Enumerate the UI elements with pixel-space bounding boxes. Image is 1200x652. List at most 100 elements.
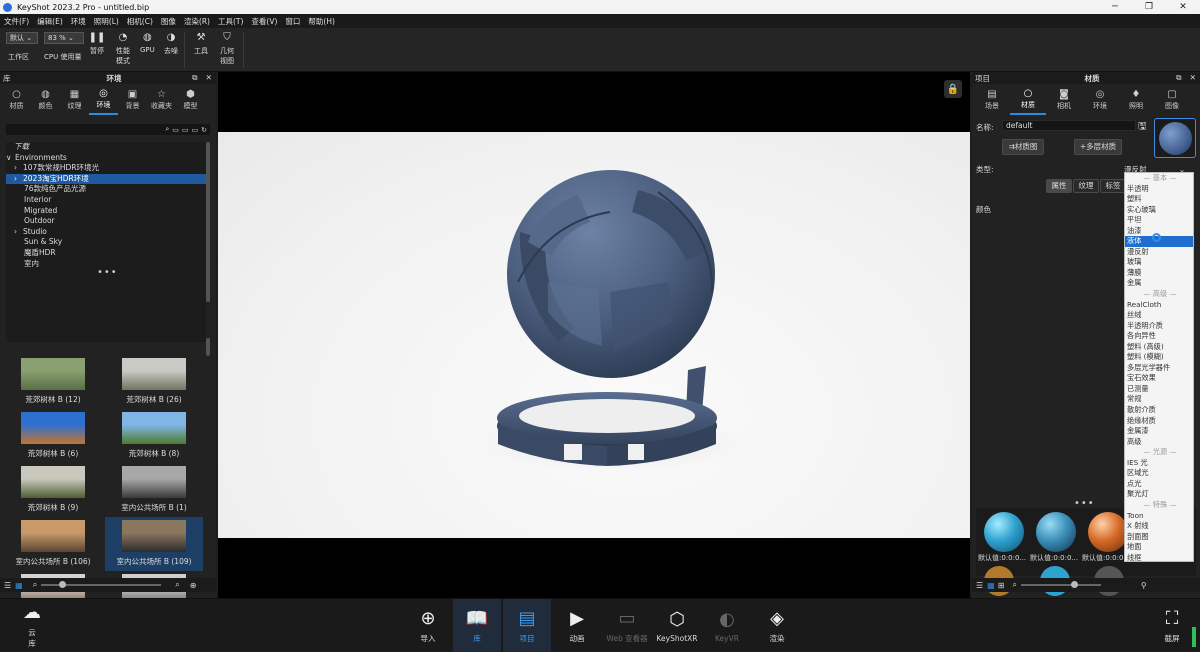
dropdown-option[interactable]: 薄膜	[1125, 268, 1193, 279]
save-material-icon[interactable]: 🖫	[1138, 119, 1147, 136]
tree-view-icon[interactable]: ⊞	[998, 581, 1005, 590]
menu-image[interactable]: 图像	[157, 16, 180, 27]
list-view-icon[interactable]: ☰	[976, 581, 983, 590]
dropdown-option[interactable]: 塑料 (高级)	[1125, 342, 1193, 353]
dropdown-option[interactable]: 绝缘材质	[1125, 416, 1193, 427]
zoom-out-icon[interactable]: ⌕	[1012, 580, 1016, 590]
chevron-icon[interactable]: ›	[14, 163, 23, 174]
menu-edit[interactable]: 编辑(E)	[33, 16, 67, 27]
render-button[interactable]: ◈ 渲染	[753, 599, 801, 652]
list-view-icon[interactable]: ☰	[4, 581, 11, 590]
cloud-library-button[interactable]: ☁ 云库	[8, 599, 56, 652]
gpu-button[interactable]: ◍ GPU	[140, 31, 155, 55]
menu-environment[interactable]: 环境	[67, 16, 90, 27]
tab-material[interactable]: ○ 材质	[1010, 85, 1046, 115]
tab-backgrounds[interactable]: ▣ 背景	[118, 85, 147, 115]
dropdown-option[interactable]: RealCloth	[1125, 300, 1193, 311]
dropdown-option[interactable]: 金属	[1125, 278, 1193, 289]
menu-view[interactable]: 查看(V)	[247, 16, 281, 27]
dropdown-option[interactable]: 宝石效果	[1125, 373, 1193, 384]
tab-models[interactable]: ⬢ 模型	[176, 85, 205, 115]
tree-item[interactable]: Outdoor	[6, 216, 206, 227]
animation-button[interactable]: ▶ 动画	[553, 599, 601, 652]
environment-thumbnail[interactable]: 荒郊树林 B (8)	[105, 409, 203, 463]
menu-tools[interactable]: 工具(T)	[214, 16, 247, 27]
maximize-button[interactable]: ❐	[1132, 2, 1166, 12]
tree-item[interactable]: Migrated	[6, 206, 206, 217]
filter-icon[interactable]: ⚲	[1141, 581, 1147, 590]
lock-icon[interactable]: 🔒	[944, 80, 962, 98]
dropdown-option[interactable]: 塑料	[1125, 194, 1193, 205]
material-swatch[interactable]	[984, 512, 1024, 552]
dropdown-option[interactable]: 平坦	[1125, 215, 1193, 226]
undock-icon[interactable]: ⧉	[192, 73, 197, 83]
material-graph-button[interactable]: ⇉材质图	[1002, 139, 1044, 155]
environment-thumbnail[interactable]: 室内公共场所 B (109)	[105, 517, 203, 571]
refresh-icon[interactable]: ↻	[201, 126, 207, 134]
close-panel-icon[interactable]: ✕	[206, 73, 212, 83]
minimize-button[interactable]: ─	[1098, 2, 1132, 12]
add-folder-icon[interactable]: ▭	[182, 126, 189, 134]
environment-thumbnail[interactable]: 荒郊树林 B (12)	[4, 355, 102, 409]
tab-labels[interactable]: 标签	[1100, 179, 1126, 193]
dropdown-option[interactable]: 常规	[1125, 394, 1193, 405]
tab-properties[interactable]: 属性	[1046, 179, 1072, 193]
dropdown-option[interactable]: 线框	[1125, 553, 1193, 564]
tree-item[interactable]: › 107款常规HDR环境光	[6, 163, 206, 174]
tree-item[interactable]: 下载	[6, 142, 206, 153]
chevron-icon[interactable]: ∨	[6, 153, 15, 164]
multi-layer-material-button[interactable]: +多层材质	[1074, 139, 1122, 155]
dropdown-option[interactable]: 半透明	[1125, 184, 1193, 195]
library-search-input[interactable]: ⌕ ▭ ▭ ▭ ↻	[6, 124, 210, 135]
menu-camera[interactable]: 相机(C)	[123, 16, 157, 27]
close-panel-icon[interactable]: ✕	[1190, 73, 1196, 83]
remove-folder-icon[interactable]: ▭	[192, 126, 199, 134]
material-swatch[interactable]	[1088, 512, 1128, 552]
tab-environment[interactable]: ◎ 环境	[1082, 85, 1118, 115]
dropdown-option[interactable]: 聚光灯	[1125, 489, 1193, 500]
material-name-input[interactable]: default	[1002, 120, 1136, 131]
tab-scene[interactable]: ▤ 场景	[974, 85, 1010, 115]
workspace-select[interactable]: 默认 ⌄	[6, 32, 38, 44]
dropdown-option[interactable]: 半透明介质	[1125, 321, 1193, 332]
folder-icon[interactable]: ▭	[172, 126, 179, 134]
keyvr-button[interactable]: ◐ KeyVR	[703, 599, 751, 652]
tab-materials[interactable]: ○ 材质	[2, 85, 31, 115]
tree-item[interactable]: ∨ Environments	[6, 153, 206, 164]
project-button[interactable]: ▤ 项目	[503, 599, 551, 652]
cpu-usage-label[interactable]: CPU 使用量	[44, 52, 81, 62]
close-window-button[interactable]: ✕	[1166, 2, 1200, 12]
dropdown-option[interactable]: X 射线	[1125, 521, 1193, 532]
screenshot-button[interactable]: ⛶ 截屏	[1148, 599, 1196, 652]
resize-handle-dots[interactable]: •••	[97, 267, 118, 278]
menu-lighting[interactable]: 照明(L)	[90, 16, 123, 27]
dropdown-option[interactable]: Toon	[1125, 511, 1193, 522]
tab-camera[interactable]: ◙ 相机	[1046, 85, 1082, 115]
tab-favorites[interactable]: ☆ 收藏夹	[147, 85, 176, 115]
environment-thumbnail[interactable]: 荒郊树林 B (26)	[105, 355, 203, 409]
library-button[interactable]: 📖 库	[453, 599, 501, 652]
dropdown-option[interactable]: 实心玻璃	[1125, 205, 1193, 216]
grid-view-icon[interactable]: ▦	[15, 581, 23, 590]
menu-render[interactable]: 渲染(R)	[180, 16, 214, 27]
web-viewer-button[interactable]: ▭ Web 查看器	[603, 599, 651, 652]
tab-lighting[interactable]: ♦ 照明	[1118, 85, 1154, 115]
tab-textures[interactable]: ▦ 纹理	[60, 85, 89, 115]
tab-environments[interactable]: ◎ 环境	[89, 85, 118, 115]
dropdown-option[interactable]: 已测量	[1125, 384, 1193, 395]
undock-icon[interactable]: ⧉	[1176, 73, 1181, 83]
dropdown-option[interactable]: 高级	[1125, 437, 1193, 448]
tree-item[interactable]: 魔盾HDR	[6, 248, 206, 259]
dropdown-option[interactable]: 剖面图	[1125, 532, 1193, 543]
tree-item[interactable]: › 2023淘宝HDR环境	[6, 173, 206, 185]
environment-thumbnail[interactable]: 荒郊树林 B (9)	[4, 463, 102, 517]
material-swatch[interactable]	[1036, 512, 1076, 552]
dropdown-option[interactable]: IES 光	[1125, 458, 1193, 469]
dropdown-option[interactable]: 多层光学器件	[1125, 363, 1193, 374]
tree-scrollbar[interactable]	[206, 142, 210, 302]
swatch-size-slider[interactable]	[1020, 581, 1101, 588]
zoom-select[interactable]: 83 % ⌄	[44, 32, 84, 44]
add-environment-icon[interactable]: ⊕	[190, 581, 197, 590]
dropdown-option[interactable]: 区域光	[1125, 468, 1193, 479]
tab-textures[interactable]: 纹理	[1073, 179, 1099, 193]
